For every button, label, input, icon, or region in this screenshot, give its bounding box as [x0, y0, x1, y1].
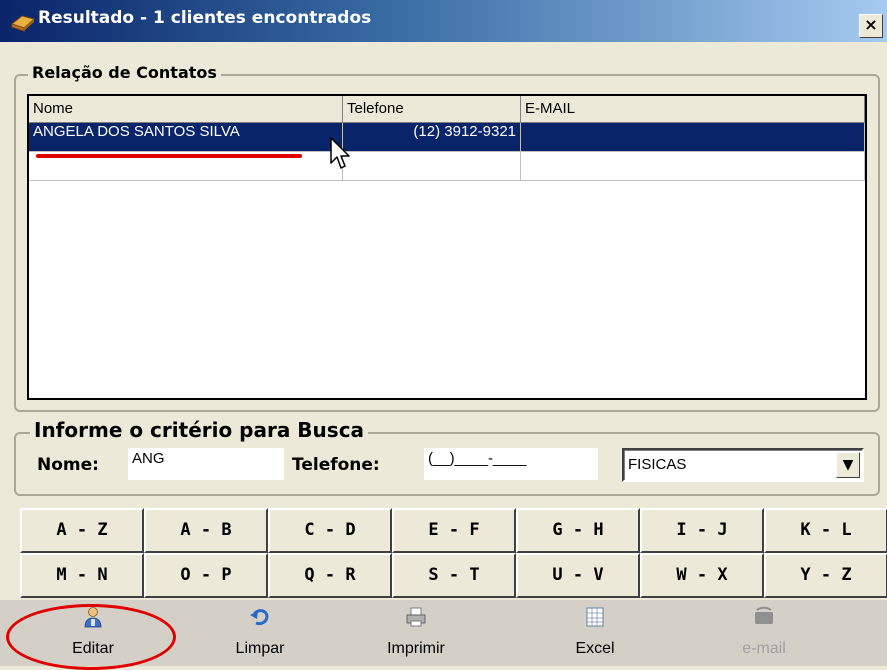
column-header-email[interactable]: E-MAIL [521, 96, 865, 123]
letter-button-o-p[interactable]: O - P [144, 553, 268, 598]
letter-button-q-r[interactable]: Q - R [268, 553, 392, 598]
chevron-down-icon[interactable]: ▼ [836, 452, 860, 478]
email-button[interactable]: e-mail [704, 600, 824, 666]
imprimir-button[interactable]: Imprimir [356, 600, 476, 666]
letter-button-u-v[interactable]: U - V [516, 553, 640, 598]
letter-button-g-h[interactable]: G - H [516, 508, 640, 553]
book-icon [10, 15, 36, 32]
letter-buttons-row-2: M - N O - P Q - R S - T U - V W - X Y - … [20, 553, 887, 598]
tipo-select[interactable]: FISICAS ▼ [622, 448, 864, 482]
excel-label: Excel [575, 640, 615, 657]
contacts-group-title: Relação de Contatos [28, 63, 221, 82]
annotation-circle [6, 604, 176, 670]
excel-button[interactable]: Excel [535, 600, 655, 666]
letter-button-s-t[interactable]: S - T [392, 553, 516, 598]
title-bar: Resultado - 1 clientes encontrados × [0, 0, 887, 42]
telefone-label: Telefone: [292, 455, 380, 475]
undo-icon [250, 609, 269, 626]
limpar-button[interactable]: Limpar [200, 600, 320, 666]
annotation-underline [36, 154, 302, 158]
imprimir-label: Imprimir [387, 640, 445, 657]
nome-input[interactable]: ANG [128, 448, 284, 480]
mail-icon [755, 606, 773, 624]
letter-button-w-x[interactable]: W - X [640, 553, 764, 598]
close-button[interactable]: × [859, 14, 883, 38]
list-row[interactable]: ANGELA DOS SANTOS SILVA (12) 3912-9321 [29, 123, 865, 152]
email-label: e-mail [742, 640, 786, 657]
nome-label: Nome: [37, 455, 99, 475]
tipo-select-value: FISICAS [628, 456, 687, 473]
window-title: Resultado - 1 clientes encontrados [38, 8, 372, 28]
letter-button-e-f[interactable]: E - F [392, 508, 516, 553]
limpar-label: Limpar [235, 640, 285, 657]
cell-email [521, 123, 865, 152]
letter-buttons-row-1: A - Z A - B C - D E - F G - H I - J K - … [20, 508, 887, 553]
column-header-telefone[interactable]: Telefone [343, 96, 521, 123]
letter-button-y-z[interactable]: Y - Z [764, 553, 887, 598]
cell-nome: ANGELA DOS SANTOS SILVA [29, 123, 343, 152]
mouse-cursor-icon [330, 137, 350, 169]
cell-telefone: (12) 3912-9321 [343, 123, 521, 152]
printer-icon [406, 607, 426, 627]
contacts-list[interactable]: Nome Telefone E-MAIL ANGELA DOS SANTOS S… [27, 94, 867, 400]
letter-button-a-b[interactable]: A - B [144, 508, 268, 553]
letter-button-m-n[interactable]: M - N [20, 553, 144, 598]
cell-empty [343, 152, 521, 181]
letter-button-i-j[interactable]: I - J [640, 508, 764, 553]
list-header: Nome Telefone E-MAIL [29, 96, 865, 123]
search-group-title: Informe o critério para Busca [30, 418, 369, 442]
letter-button-c-d[interactable]: C - D [268, 508, 392, 553]
cell-empty [521, 152, 865, 181]
telefone-input[interactable]: (__)____-____ [424, 448, 598, 480]
letter-button-a-z[interactable]: A - Z [20, 508, 144, 553]
spreadsheet-icon [586, 607, 604, 627]
letter-button-k-l[interactable]: K - L [764, 508, 887, 553]
column-header-nome[interactable]: Nome [29, 96, 343, 123]
